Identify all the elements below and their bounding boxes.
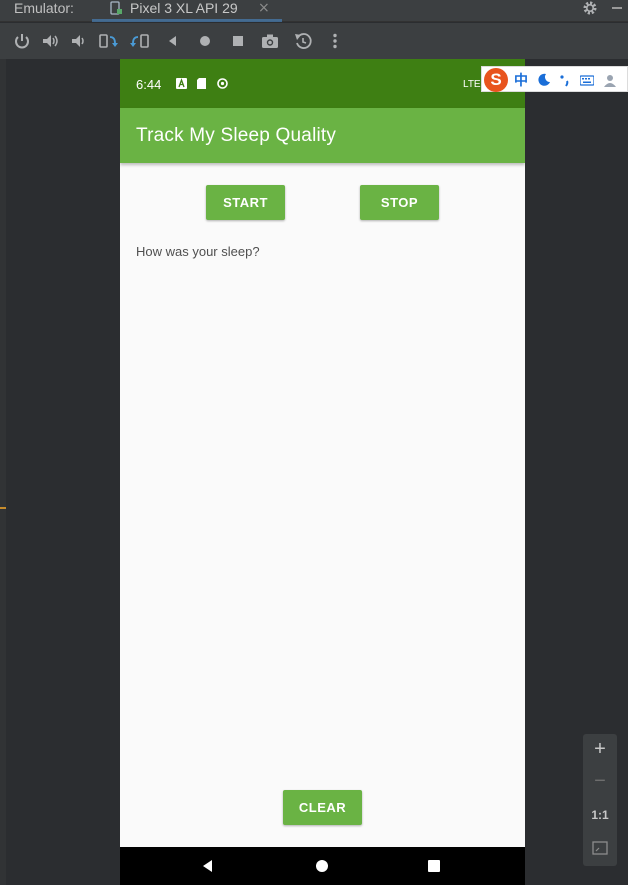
left-panel-marker [0,507,6,509]
ime-language[interactable]: 中 [514,70,528,90]
screenshot-icon[interactable] [260,31,280,51]
status-time: 6:44 [136,77,162,92]
device-icon [110,1,122,15]
fit-screen-icon[interactable] [592,840,608,856]
sogou-logo[interactable]: S [484,68,508,92]
left-panel-strip [0,59,6,885]
app-bar: Track My Sleep Quality [120,108,525,163]
home-icon[interactable] [195,31,215,51]
clear-button[interactable]: CLEAR [283,790,362,825]
zoom-in-button[interactable]: + [583,738,617,761]
device-screen: 6:44 LTE Track My Sleep Quality START ST… [120,59,525,885]
emulator-tab-bar: Emulator: Pixel 3 XL API 29 × [0,0,628,22]
back-icon[interactable] [163,31,183,51]
rotate-right-icon[interactable] [130,31,150,51]
rotate-left-icon[interactable] [98,31,118,51]
status-bar: 6:44 LTE [120,59,525,108]
minimize-icon[interactable] [612,7,622,9]
active-tab-indicator [92,19,282,22]
app-title: Track My Sleep Quality [136,125,337,146]
tab-label: Pixel 3 XL API 29 [130,0,238,16]
nav-overview-icon[interactable] [426,858,442,874]
keyboard-icon[interactable] [580,73,594,87]
close-tab-icon[interactable]: × [258,0,270,16]
punctuation-icon[interactable] [558,73,572,87]
ime-toolbar: S 中 [481,66,628,92]
navigation-bar [120,847,525,885]
emulator-label: Emulator: [14,0,74,16]
power-icon[interactable] [12,31,32,51]
emulator-toolbar [0,23,628,59]
network-type: LTE [463,79,481,90]
snapshot-icon[interactable] [293,31,313,51]
start-button[interactable]: START [206,185,285,220]
actual-size-button[interactable]: 1:1 [583,808,617,822]
tab-pixel-3-xl[interactable]: Pixel 3 XL API 29 × [92,0,282,22]
gear-icon[interactable] [582,0,598,16]
sync-icon [217,78,228,89]
volume-up-icon[interactable] [40,31,60,51]
volume-down-icon[interactable] [68,31,88,51]
stop-button[interactable]: STOP [360,185,439,220]
sleep-question-text: How was your sleep? [136,244,260,259]
zoom-out-button[interactable]: − [583,770,617,793]
nav-back-icon[interactable] [200,858,216,874]
user-icon[interactable] [603,73,617,87]
more-icon[interactable] [325,31,345,51]
overview-icon[interactable] [228,31,248,51]
sd-card-icon [197,78,206,89]
notification-a-icon [176,78,187,89]
moon-icon[interactable] [537,73,551,87]
nav-home-icon[interactable] [314,858,330,874]
zoom-controls: + − 1:1 [583,734,617,866]
